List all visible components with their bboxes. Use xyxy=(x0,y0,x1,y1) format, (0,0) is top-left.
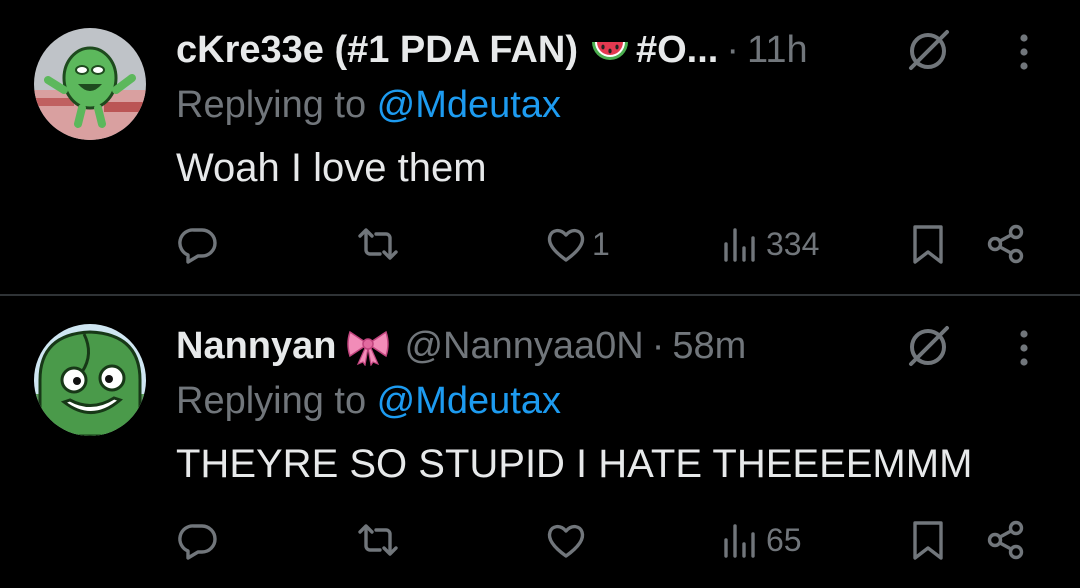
bookmark-icon xyxy=(913,521,943,560)
tweet-text: THEYRE SO STUPID I HATE THEEEEMMM xyxy=(176,442,973,486)
views-icon xyxy=(724,524,755,558)
reply-button[interactable] xyxy=(176,216,224,272)
tweet-header: Nannyan @Nannyaa0N · 58m xyxy=(176,320,746,372)
watermelon-icon xyxy=(588,30,632,70)
like-button[interactable]: 1 xyxy=(544,216,610,272)
more-icon[interactable] xyxy=(1010,326,1038,370)
share-icon xyxy=(987,224,1024,264)
pink-bow-icon xyxy=(346,326,390,367)
bookmark-icon xyxy=(913,225,943,264)
tweet-text: Woah I love them xyxy=(176,146,487,190)
like-icon xyxy=(547,524,585,558)
retweet-button[interactable] xyxy=(356,512,404,568)
avatar[interactable] xyxy=(34,28,146,140)
replying-to: Replying to @Mdeutax xyxy=(176,84,561,127)
timestamp[interactable]: 58m xyxy=(672,325,746,368)
reply-icon xyxy=(178,524,217,560)
share-button[interactable] xyxy=(984,512,1028,568)
avatar[interactable] xyxy=(34,324,146,436)
like-icon xyxy=(547,228,585,262)
view-count: 65 xyxy=(766,521,802,558)
tweet-header: cKre33e (#1 PDA FAN) #O... · 11h xyxy=(176,24,808,76)
share-button[interactable] xyxy=(984,216,1028,272)
retweet-button[interactable] xyxy=(356,216,404,272)
mention-link[interactable]: @Mdeutax xyxy=(377,84,561,126)
action-bar: 65 xyxy=(0,512,1080,568)
replying-prefix: Replying to xyxy=(176,84,377,126)
like-button[interactable] xyxy=(544,512,592,568)
tweet-reply[interactable]: Nannyan @Nannyaa0N · 58m Replying to @Md… xyxy=(0,296,1080,588)
separator-dot: · xyxy=(726,28,739,71)
author-name[interactable]: cKre33e (#1 PDA FAN) xyxy=(176,29,578,72)
reply-button[interactable] xyxy=(176,512,224,568)
author-name[interactable]: Nannyan xyxy=(176,325,336,368)
action-bar: 1 334 xyxy=(0,216,1080,272)
view-count: 334 xyxy=(766,225,820,262)
mention-link[interactable]: @Mdeutax xyxy=(377,380,561,422)
replying-prefix: Replying to xyxy=(176,380,377,422)
bookmark-button[interactable] xyxy=(906,216,950,272)
name-suffix: #O... xyxy=(635,28,719,71)
timestamp[interactable]: 11h xyxy=(747,29,808,72)
views-icon xyxy=(724,228,755,262)
more-icon[interactable] xyxy=(1010,30,1038,74)
separator-dot: · xyxy=(651,324,665,367)
like-count: 1 xyxy=(592,225,610,262)
reply-icon xyxy=(178,228,217,264)
bookmark-button[interactable] xyxy=(906,512,950,568)
views-button[interactable]: 334 xyxy=(718,216,819,272)
retweet-icon xyxy=(358,524,398,556)
replying-to: Replying to @Mdeutax xyxy=(176,380,561,423)
tweet-reply[interactable]: cKre33e (#1 PDA FAN) #O... · 11h Replyin… xyxy=(0,0,1080,292)
mute-icon[interactable] xyxy=(903,26,953,76)
author-handle[interactable]: @Nannyaa0N xyxy=(404,325,643,368)
mute-icon[interactable] xyxy=(903,322,953,372)
retweet-icon xyxy=(358,228,398,260)
views-button[interactable]: 65 xyxy=(718,512,802,568)
share-icon xyxy=(987,520,1024,560)
